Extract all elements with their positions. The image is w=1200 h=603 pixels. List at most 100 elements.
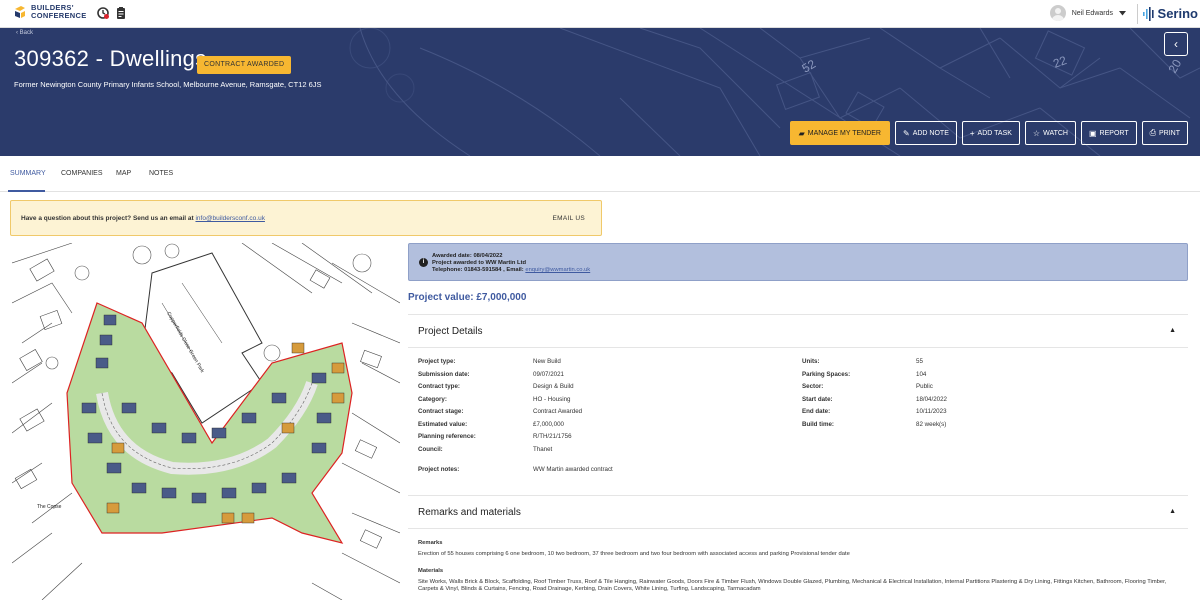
plus-icon: + [969, 128, 975, 138]
award-alert: i Awarded date: 08/04/2022 Project award… [408, 243, 1188, 281]
user-menu[interactable]: Neil Edwards [1049, 5, 1126, 21]
remarks-text: Erection of 55 houses comprising 6 one b… [418, 551, 850, 557]
tab-bar: SUMMARY COMPANIES MAP NOTES [0, 156, 1200, 192]
tab-notes[interactable]: NOTES [149, 170, 173, 177]
logo-line-2: CONFERENCE [31, 11, 87, 20]
remarks-content: Remarks Erection of 55 houses comprising… [418, 540, 1188, 594]
materials-text: Site Works, Walls Brick & Block, Scaffol… [418, 578, 1167, 593]
pencil-icon: ✎ [903, 128, 910, 138]
watch-label: WATCH [1043, 129, 1068, 137]
project-header: 52 22 20 ‹ Back 309362 - Dwellings CONTR… [0, 28, 1200, 156]
map-plot-label-3: 20 [1165, 57, 1184, 76]
add-note-label: ADD NOTE [912, 129, 949, 137]
tab-summary[interactable]: SUMMARY [10, 170, 46, 177]
active-tab-indicator [8, 190, 45, 192]
detail-label: End date: [802, 408, 831, 415]
detail-label: Category: [418, 395, 447, 403]
serino-brand-text: Serino [1157, 6, 1198, 21]
star-icon: ☆ [1032, 128, 1041, 138]
detail-value: 18/04/2022 [916, 395, 947, 403]
detail-value: 82 week(s) [916, 420, 947, 428]
project-notes-value: WW Martin awarded contract [533, 466, 613, 473]
watch-button[interactable]: ☆ WATCH [1024, 121, 1076, 145]
detail-label: Parking Spaces: [802, 370, 851, 378]
email-us-button[interactable]: EMAIL US [552, 215, 585, 222]
add-task-label: ADD TASK [977, 129, 1012, 137]
detail-value: 10/11/2023 [916, 408, 947, 415]
project-notes-label: Project notes: [418, 466, 460, 473]
detail-value: HO - Housing [533, 395, 571, 403]
question-text: Have a question about this project? Send… [21, 215, 265, 222]
user-name: Neil Edwards [1071, 9, 1113, 17]
tab-companies[interactable]: COMPANIES [61, 170, 103, 177]
top-bar: BUILDERS' CONFERENCE Neil Edwards Serino [0, 0, 1200, 28]
detail-value: Design & Build [533, 383, 574, 390]
chevron-down-icon [1119, 10, 1126, 15]
detail-value: 09/07/2021 [533, 370, 564, 378]
page-title: 309362 - Dwellings [14, 46, 207, 71]
print-button[interactable]: ⎙ PRINT [1141, 121, 1188, 145]
detail-value: New Build [533, 358, 561, 365]
project-address: Former Newington County Primary Infants … [14, 80, 322, 89]
logo-mark-icon [15, 6, 25, 18]
detail-label: Units: [802, 358, 820, 365]
serino-mark-icon [1142, 6, 1154, 21]
question-banner: Have a question about this project? Send… [10, 200, 602, 236]
logo-text: BUILDERS' CONFERENCE [31, 4, 87, 20]
detail-value: Contract Awarded [533, 408, 583, 415]
detail-value: 55 [916, 358, 923, 365]
detail-label: Contract stage: [418, 408, 464, 415]
awarded-contact: Telephone: 01843-591584 , Email: [432, 267, 524, 274]
map-plot-label-1: 52 [800, 57, 819, 76]
project-value: Project value: £7,000,000 [408, 292, 527, 303]
status-badge: CONTRACT AWARDED [197, 56, 292, 74]
back-link[interactable]: ‹ Back [16, 30, 33, 36]
printer-icon: ⎙ [1149, 128, 1156, 137]
report-icon: ▣ [1088, 128, 1097, 138]
awarded-date: Awarded date: 08/04/2022 [432, 253, 503, 259]
clipboard-icon[interactable] [114, 6, 128, 20]
history-icon[interactable] [96, 6, 110, 20]
caret-up-icon: ▲ [1169, 327, 1176, 334]
manage-tender-label: MANAGE MY TENDER [807, 129, 881, 137]
report-button[interactable]: ▣ REPORT [1080, 121, 1137, 145]
detail-value: 104 [916, 370, 927, 378]
serino-logo: Serino [1142, 6, 1198, 21]
collapse-button[interactable]: ‹ [1164, 32, 1188, 56]
caret-up-icon: ▲ [1169, 508, 1176, 515]
detail-label: Submission date: [418, 370, 470, 378]
award-details: Awarded date: 08/04/2022 Project awarded… [432, 253, 590, 275]
project-details-header[interactable]: Project Details ▲ [408, 314, 1188, 348]
detail-label: Estimated value: [418, 420, 468, 428]
folder-icon: ▰ [798, 128, 805, 138]
avatar [1049, 5, 1066, 21]
awarded-to: Project awarded to WW Martin Ltd [432, 260, 527, 267]
site-plan-drawing: Copperfields Close Green Park The Copse [12, 243, 400, 600]
divider [1137, 4, 1138, 24]
remarks-label: Remarks [418, 540, 443, 546]
remarks-header[interactable]: Remarks and materials ▲ [408, 495, 1188, 529]
add-task-button[interactable]: + ADD TASK [961, 121, 1020, 145]
builders-conference-logo[interactable]: BUILDERS' CONFERENCE [14, 4, 87, 20]
detail-label: Council: [418, 445, 443, 453]
report-label: REPORT [1099, 129, 1129, 137]
tab-map[interactable]: MAP [116, 170, 131, 177]
support-email-link[interactable]: info@buildersconf.co.uk [195, 215, 264, 222]
action-toolbar: ▰ MANAGE MY TENDER ✎ ADD NOTE + ADD TASK… [789, 121, 1188, 145]
detail-label: Contract type: [418, 383, 460, 390]
site-plan-image: Copperfields Close Green Park The Copse [12, 243, 400, 600]
project-details-title: Project Details [418, 326, 483, 337]
detail-label: Project type: [418, 358, 456, 365]
remarks-title: Remarks and materials [418, 507, 521, 518]
detail-value: Thanet [533, 445, 553, 453]
detail-value: R/TH/21/1756 [533, 433, 572, 440]
detail-label: Planning reference: [418, 433, 476, 440]
detail-value: Public [916, 383, 933, 390]
awarded-email-link[interactable]: enquiry@wwmartin.co.uk [525, 267, 590, 273]
map-plot-label-2: 22 [1051, 53, 1069, 71]
detail-value: £7,000,000 [533, 420, 564, 428]
add-note-button[interactable]: ✎ ADD NOTE [895, 121, 957, 145]
manage-tender-button[interactable]: ▰ MANAGE MY TENDER [789, 121, 890, 145]
copse-label: The Copse [37, 504, 62, 510]
print-label: PRINT [1159, 129, 1180, 137]
